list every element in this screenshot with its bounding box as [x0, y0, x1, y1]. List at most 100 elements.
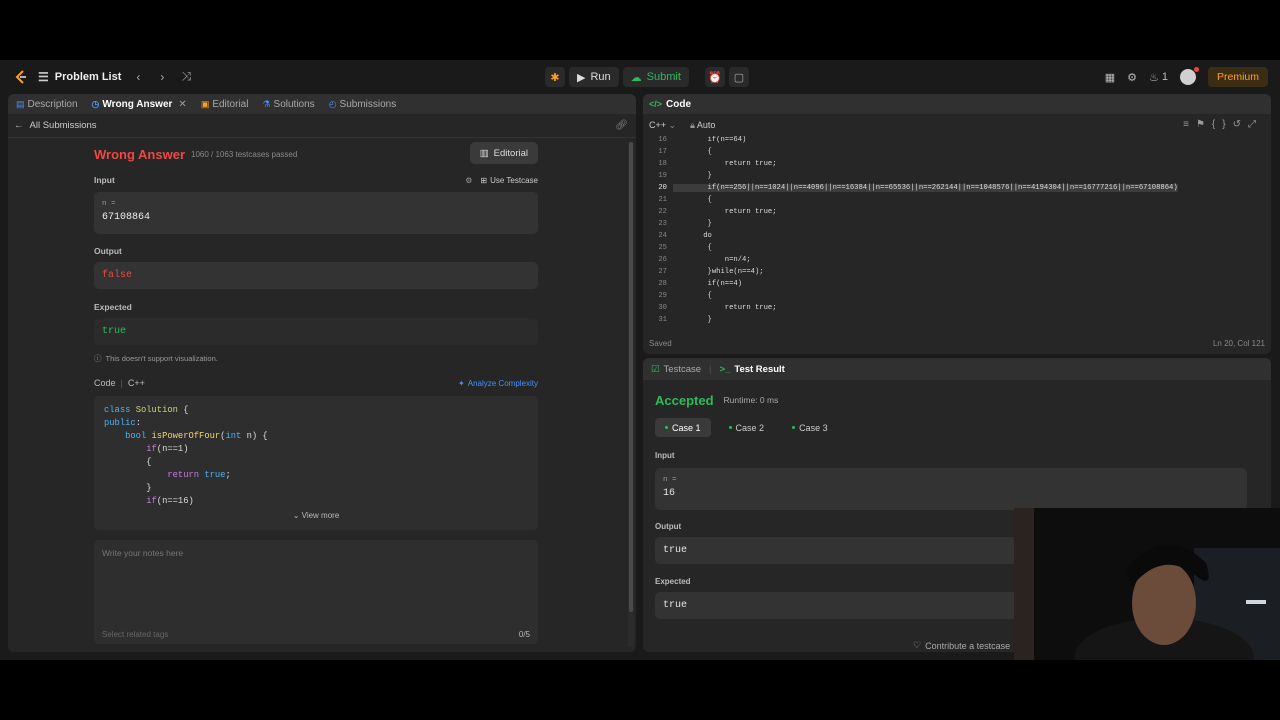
horizontal-resize-handle[interactable] — [924, 354, 984, 358]
case-tab-label: Case 2 — [735, 422, 765, 433]
auto-mode[interactable]: 🔒︎ Auto — [690, 120, 715, 131]
flask-icon: ⚗ — [262, 98, 271, 109]
chevron-down-icon: ⌄ — [668, 119, 677, 130]
tab-submissions[interactable]: ◴ Submissions — [329, 99, 397, 110]
chevron-right-icon[interactable]: › — [155, 70, 169, 84]
analyze-complexity-button[interactable]: ✦ Analyze Complexity — [458, 379, 538, 388]
submit-button[interactable]: ☁ Submit — [622, 67, 689, 87]
tab-test-result-label: Test Result — [734, 363, 785, 375]
input-header: Input ⚙ ⊞ Use Testcase — [94, 172, 538, 188]
heart-icon: ♡ — [913, 640, 922, 650]
pass-dot — [665, 426, 668, 429]
code-line: } — [673, 316, 712, 324]
accepted-status: Accepted — [655, 392, 714, 408]
contribute-testcase-button[interactable]: ♡ Contribute a testcase — [913, 640, 1010, 651]
case-tab-2[interactable]: Case 2 — [719, 418, 775, 437]
all-submissions-link[interactable]: All Submissions — [30, 120, 97, 131]
tab-solutions-label: Solutions — [273, 98, 315, 110]
tab-test-result[interactable]: >_ Test Result — [720, 364, 785, 375]
code-editor[interactable]: 16 if(n==64) 17 {18 return true; 19 } 20 if… — [643, 136, 1271, 326]
case-tab-1[interactable]: Case 1 — [655, 418, 711, 437]
gear-icon[interactable]: ⚙ — [1127, 71, 1137, 84]
braces-icon[interactable]: {} — [1212, 119, 1233, 130]
view-more-button[interactable]: ⌄ View more — [94, 509, 538, 522]
code-line: if(n==16) — [146, 496, 194, 506]
test-input-variable: n = — [663, 476, 677, 484]
play-icon: ▶ — [577, 71, 586, 84]
pass-dot — [792, 426, 796, 429]
editorial-button[interactable]: ▥ Editorial — [469, 142, 538, 164]
top-bar-actions: ✱ ▶ Run ☁ Submit ⏰ ▢ — [545, 67, 749, 87]
line-number: 25 — [658, 244, 667, 252]
history-icon: ◷ — [91, 98, 100, 109]
language-select[interactable]: C++ ⌄ — [649, 120, 676, 131]
case-tabs: Case 1 Case 2 Case 3 — [655, 418, 1247, 437]
code-line: if(n==1) — [146, 444, 189, 454]
tab-wrong-answer[interactable]: ◷ Wrong Answer ✕ — [92, 99, 187, 110]
leetcode-logo[interactable] — [14, 69, 28, 84]
case-tab-3[interactable]: Case 3 — [782, 418, 838, 437]
left-panel: ▤ Description ◷ Wrong Answer ✕ ▣ Editorial ⚗… — [8, 94, 636, 652]
debug-icon[interactable]: ⚙ — [465, 176, 472, 185]
webcam-overlay — [1014, 508, 1280, 660]
line-number: 23 — [658, 220, 667, 228]
notes-icon[interactable]: ▢ — [728, 67, 749, 87]
notes-area[interactable]: Write your notes here Select related tag… — [94, 540, 538, 644]
saved-status: Saved — [649, 339, 672, 348]
breadcrumb: ← All Submissions 🔗︎ — [8, 114, 636, 138]
timer-icon[interactable]: ⏰ — [704, 67, 725, 87]
test-input-label: Input — [655, 451, 675, 460]
code-line: { — [104, 457, 152, 467]
language-select-value: C++ — [649, 119, 667, 130]
bookmark-icon[interactable]: ⚑ — [1196, 119, 1212, 130]
cursor-position: Ln 20, Col 121 — [1212, 339, 1265, 348]
layout-grid-icon[interactable]: ▦ — [1105, 71, 1115, 84]
tab-editorial[interactable]: ▣ Editorial — [201, 99, 249, 110]
link-icon[interactable]: 🔗︎ — [615, 120, 628, 131]
use-testcase-button[interactable]: ⊞ Use Testcase — [480, 176, 538, 185]
tab-description[interactable]: ▤ Description — [16, 99, 78, 110]
reset-icon[interactable]: ↺ — [1233, 119, 1248, 130]
code-line: class Solution { — [104, 405, 189, 415]
input-label: Input — [94, 175, 115, 185]
auto-mode-label: Auto — [696, 119, 716, 130]
result-header: Wrong Answer 1060 / 1063 testcases passe… — [94, 142, 538, 166]
code-panel-header: </> Code — [643, 94, 1271, 114]
premium-button[interactable]: Premium — [1207, 67, 1268, 87]
input-variable: n = — [102, 200, 116, 208]
code-line: { — [673, 148, 712, 156]
panel-resize-handle[interactable] — [631, 100, 643, 652]
code-line: do — [673, 232, 712, 240]
code-line: return true; — [167, 470, 231, 480]
tags-select[interactable]: Select related tags — [102, 630, 168, 639]
arrow-left-icon[interactable]: ← — [14, 120, 24, 131]
list-icon: ☰ — [38, 69, 49, 84]
avatar[interactable] — [1179, 67, 1199, 85]
debug-icon[interactable]: ✱ — [545, 67, 565, 87]
lock-icon: 🔒︎ — [690, 119, 695, 130]
problem-list-button[interactable]: ☰ Problem List — [38, 70, 121, 84]
code-line: bool isPowerOfFour(int n) { — [125, 431, 268, 441]
code-line: public: — [104, 418, 141, 428]
line-number: 26 — [658, 256, 667, 264]
format-icon[interactable]: ≡ — [1183, 119, 1196, 130]
line-number: 29 — [658, 292, 667, 300]
line-number: 16 — [658, 136, 667, 144]
line-number: 21 — [658, 196, 667, 204]
expand-icon[interactable]: ⤢ — [1248, 119, 1263, 130]
code-line: { — [673, 292, 712, 300]
run-button[interactable]: ▶ Run — [569, 67, 619, 87]
tab-testcase[interactable]: ☑ Testcase — [651, 364, 701, 375]
code-label: Code — [94, 378, 116, 388]
tab-solutions[interactable]: ⚗ Solutions — [262, 99, 314, 110]
line-number: 22 — [658, 208, 667, 216]
expected-label: Expected — [94, 302, 132, 312]
submitted-code: class Solution { public: bool isPowerOfF… — [94, 396, 538, 530]
code-line: { — [673, 244, 712, 252]
close-icon[interactable]: ✕ — [178, 99, 186, 110]
line-number: 30 — [658, 304, 667, 312]
code-line: if(n==4) — [673, 280, 743, 288]
chevron-left-icon[interactable]: ‹ — [131, 70, 145, 84]
shuffle-icon[interactable]: ⤨ — [179, 69, 193, 84]
streak-button[interactable]: ♨ 1 — [1149, 71, 1168, 84]
